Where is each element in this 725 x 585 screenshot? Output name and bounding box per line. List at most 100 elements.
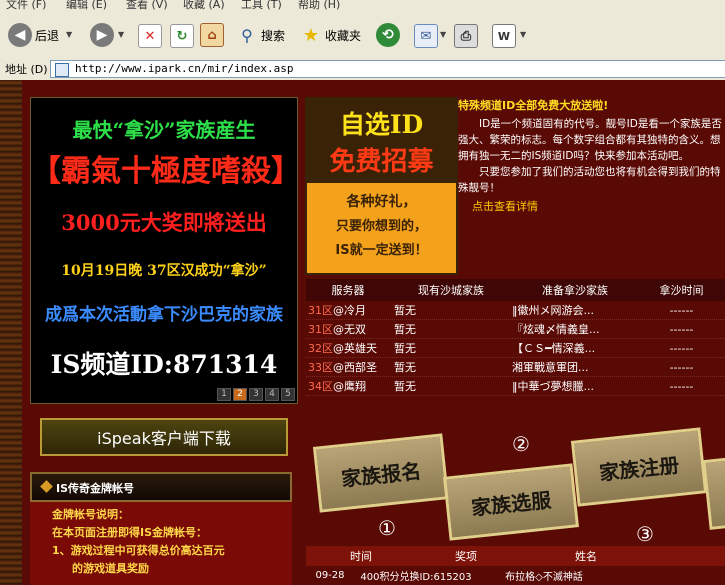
address-url: http://www.ipark.cn/mir/index.asp <box>75 62 294 75</box>
back-label: 后退 <box>35 28 60 43</box>
address-bar: 地址 (D) http://www.ipark.cn/mir/index.asp <box>0 58 725 81</box>
banner-page-5[interactable]: 5 <box>281 388 295 401</box>
special-id-info: 特殊频道ID全部免费大放送啦! ID是一个频道固有的代号。靓号ID是看一个家族是… <box>458 97 723 277</box>
home-button[interactable]: ⌂ <box>200 23 224 47</box>
zone: 33区 <box>308 361 333 374</box>
menu-edit[interactable]: 编辑 (E) <box>66 0 107 12</box>
prepare-family[interactable]: 『炫魂〆情義皇... <box>508 321 638 337</box>
favorites-label: 收藏夹 <box>325 28 362 43</box>
id-recruit-banner[interactable]: 自选ID 免费招募 各种好礼， 只要你想到的， IS就一定送到！ <box>305 97 458 275</box>
server-name: @无双 <box>333 323 366 336</box>
server-cell[interactable]: 31区@冷月 <box>306 302 388 318</box>
search-label: 搜索 <box>261 28 286 43</box>
mail-button[interactable]: ✉ <box>414 24 438 48</box>
capture-time: ------ <box>669 341 694 355</box>
address-label: 地址 (D) <box>5 63 48 76</box>
account-line-1: 金牌帐号说明： <box>52 508 129 521</box>
server-cell[interactable]: 33区@西部圣 <box>306 359 388 375</box>
table-row: 33区@西部圣 暂无 湘軍戰意軍团... ------ <box>306 358 725 377</box>
menu-help[interactable]: 帮助 (H) <box>298 0 340 12</box>
mail-icon: ✉ <box>414 24 438 48</box>
prepare-family[interactable]: 【ＣＳ━情深義... <box>508 340 638 356</box>
zone: 31区 <box>308 304 333 317</box>
forward-dropdown-icon[interactable]: ▼ <box>118 30 124 39</box>
current-family: 暂无 <box>394 380 416 393</box>
menu-view[interactable]: 查看 (V) <box>126 0 168 12</box>
col-time: 拿沙时间 <box>659 284 704 297</box>
back-dropdown-icon[interactable]: ▼ <box>66 30 72 39</box>
prepare-family[interactable]: 湘軍戰意軍团... <box>508 359 638 375</box>
back-arrow-icon: ◀ <box>8 23 32 47</box>
stop-button[interactable]: ✕ <box>138 24 162 48</box>
zone: 31区 <box>308 323 333 336</box>
server-cell[interactable]: 31区@无双 <box>306 321 388 337</box>
back-button[interactable]: ◀ 后退 <box>8 23 59 47</box>
forward-button[interactable]: ▶ <box>90 23 114 47</box>
page-icon <box>55 63 69 77</box>
prepare-family[interactable]: ‖中華づ夢想臘... <box>508 378 638 394</box>
server-name: @鹰翔 <box>333 380 366 393</box>
search-button[interactable]: ⚲ 搜索 <box>236 24 285 46</box>
prize-row: 09-28 400积分兑换ID:615203 布拉格◇不滅神話 <box>306 566 725 584</box>
prize-winner: 布拉格◇不滅神話 <box>505 571 583 583</box>
prepare-family[interactable]: ‖徽州メ网游会... <box>508 302 638 318</box>
menu-file[interactable]: 文件 (F) <box>6 0 46 12</box>
step-3-number: ③ <box>636 522 654 546</box>
refresh-button[interactable]: ↻ <box>170 24 194 48</box>
forward-arrow-icon: ▶ <box>90 23 114 47</box>
col-current: 现有沙城家族 <box>418 284 484 297</box>
menu-tools[interactable]: 工具 (T) <box>241 0 282 12</box>
family-register-label: 家族注册 <box>598 452 681 485</box>
banner-title-2: 免费招募 <box>329 147 434 177</box>
table-row: 31区@冷月 暂无 ‖徽州メ网游会... ------ <box>306 301 725 320</box>
prize-table: 时间 奖项 姓名 09-28 400积分兑换ID:615203 布拉格◇不滅神話 <box>306 546 725 584</box>
step-2-number: ② <box>512 432 530 456</box>
family-select-server-button[interactable]: 家族选服 <box>443 463 579 541</box>
favorites-button[interactable]: ★ 收藏夹 <box>300 24 361 46</box>
history-button[interactable]: ⟲ <box>376 23 400 47</box>
edit-dropdown-icon[interactable]: ▼ <box>520 30 526 39</box>
family-banner[interactable]: 最快“拿沙”家族産生 【霸氣十極度嗜殺】 3000元大奖即將送出 10月19日晚… <box>30 97 301 404</box>
current-family: 暂无 <box>394 361 416 374</box>
zone: 34区 <box>308 380 333 393</box>
stop-icon: ✕ <box>138 24 162 48</box>
family-register-button[interactable]: 家族注册 <box>570 427 708 507</box>
banner-line-b: 只要你想到的， <box>335 219 427 234</box>
info-paragraph-1: ID是一个频道固有的代号。靓号ID是看一个家族是否强大、繁荣的标志。每个数字组合… <box>458 118 722 162</box>
print-button[interactable]: ⎙ <box>454 24 478 48</box>
banner-page-1[interactable]: 1 <box>217 388 231 401</box>
capture-time: ------ <box>669 360 694 374</box>
server-name: @英雄天 <box>333 342 377 355</box>
col-prize-time: 时间 <box>350 550 372 563</box>
server-table: 服务器 现有沙城家族 准备拿沙家族 拿沙时间 31区@冷月 暂无 ‖徽州メ网游会… <box>306 279 725 396</box>
family-signup-label: 家族报名 <box>340 458 423 491</box>
ispeak-download-button[interactable]: iSpeak客户端下载 <box>40 418 288 456</box>
server-cell[interactable]: 34区@鹰翔 <box>306 378 388 394</box>
banner-page-4[interactable]: 4 <box>265 388 279 401</box>
prize-table-header: 时间 奖项 姓名 <box>306 546 725 566</box>
info-details-link[interactable]: 点击查看详情 <box>458 198 723 214</box>
col-server: 服务器 <box>331 284 365 297</box>
gold-account-body: 金牌帐号说明： 在本页面注册即得IS金牌帐号： 1、游戏过程中可获得总价高达百元… <box>30 502 292 585</box>
printer-icon: ⎙ <box>454 24 478 48</box>
account-line-3: 1、游戏过程中可获得总价高达百元 <box>52 544 225 557</box>
current-family: 暂无 <box>394 304 416 317</box>
capture-time: ------ <box>669 322 694 336</box>
prize-item: 400积分兑换ID:615203 <box>360 571 472 583</box>
banner-page-2[interactable]: 2 <box>233 388 247 401</box>
capture-time: ------ <box>669 379 694 393</box>
edit-button[interactable]: W <box>492 24 516 48</box>
address-input[interactable]: http://www.ipark.cn/mir/index.asp <box>50 60 725 78</box>
menu-favorites[interactable]: 收藏 (A) <box>183 0 225 12</box>
star-icon: ★ <box>302 24 320 46</box>
banner-page-3[interactable]: 3 <box>249 388 263 401</box>
banner-line-6: IS频道ID:871314 <box>50 350 278 379</box>
info-title: 特殊频道ID全部免费大放送啦! <box>458 99 609 112</box>
mail-dropdown-icon[interactable]: ▼ <box>440 30 446 39</box>
current-family: 暂无 <box>394 323 416 336</box>
server-cell[interactable]: 32区@英雄天 <box>306 340 388 356</box>
gold-account-header: IS传奇金牌帐号 <box>30 472 292 502</box>
col-prize-name: 姓名 <box>575 550 597 563</box>
table-header: 服务器 现有沙城家族 准备拿沙家族 拿沙时间 <box>306 279 725 301</box>
family-signup-button[interactable]: 家族报名 <box>312 433 450 513</box>
